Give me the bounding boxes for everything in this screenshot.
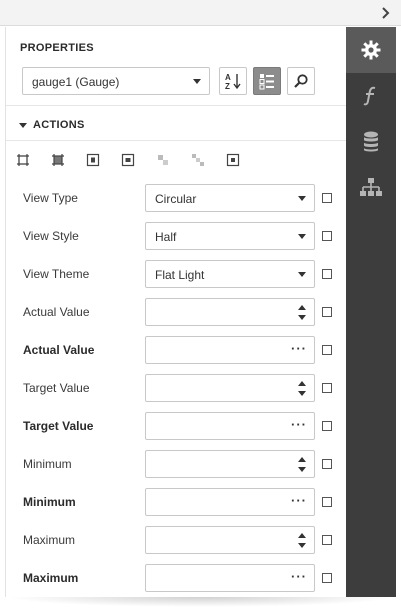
- spin-down-icon[interactable]: [298, 543, 306, 548]
- categorized-view-icon: [259, 74, 274, 90]
- properties-panel: PROPERTIES gauge1 (Gauge) A Z ACTIONS Vi…: [5, 27, 347, 597]
- property-editor-target-value[interactable]: [145, 374, 315, 402]
- property-value: Half: [155, 230, 177, 244]
- property-editor-actual-value-expression[interactable]: ···: [145, 336, 315, 364]
- function-icon: [363, 86, 376, 106]
- distribute-disabled-icon[interactable]: [191, 153, 205, 167]
- section-title: ACTIONS: [33, 119, 85, 131]
- ellipsis-button[interactable]: ···: [291, 493, 307, 508]
- property-checkbox[interactable]: [322, 535, 332, 545]
- spin-down-icon[interactable]: [298, 391, 306, 396]
- chevron-right-icon: [382, 7, 390, 19]
- spin-down-icon[interactable]: [298, 315, 306, 320]
- panel-shadow: [5, 597, 396, 607]
- property-label-minimum: Minimum: [23, 457, 72, 471]
- property-checkbox[interactable]: [322, 345, 332, 355]
- actions-section-header[interactable]: ACTIONS: [19, 119, 85, 131]
- fit-bounds-icon[interactable]: [16, 153, 30, 167]
- ellipsis-button[interactable]: ···: [291, 341, 307, 356]
- align-disabled-icon[interactable]: [156, 153, 170, 167]
- property-checkbox[interactable]: [322, 459, 332, 469]
- spin-up-icon[interactable]: [298, 533, 306, 538]
- property-editor-minimum[interactable]: [145, 450, 315, 478]
- property-label-maximum: Maximum: [23, 533, 76, 547]
- property-editor-maximum-expression[interactable]: ···: [145, 564, 315, 592]
- property-value: Flat Light: [155, 268, 205, 282]
- top-bar: [0, 0, 401, 26]
- collapse-panel-button[interactable]: [377, 4, 395, 22]
- property-checkbox[interactable]: [322, 269, 332, 279]
- spin-up-icon[interactable]: [298, 381, 306, 386]
- categorized-view-button[interactable]: [253, 67, 281, 95]
- spin-down-icon[interactable]: [298, 467, 306, 472]
- property-label-target-value: Target Value: [23, 381, 90, 395]
- property-editor-actual-value[interactable]: [145, 298, 315, 326]
- property-label-target-value-expression: Target Value: [23, 419, 94, 433]
- property-checkbox[interactable]: [322, 421, 332, 431]
- property-checkbox[interactable]: [322, 307, 332, 317]
- properties-window: PROPERTIES gauge1 (Gauge) A Z ACTIONS Vi…: [0, 0, 401, 613]
- chevron-down-icon: [193, 79, 201, 84]
- divider: [6, 105, 347, 106]
- sort-alphabetically-button[interactable]: A Z: [219, 67, 247, 95]
- chevron-down-icon[interactable]: [298, 234, 306, 239]
- property-checkbox[interactable]: [322, 383, 332, 393]
- property-checkbox[interactable]: [322, 231, 332, 241]
- sort-alphabetical-icon: A Z: [225, 73, 241, 91]
- property-editor-minimum-expression[interactable]: ···: [145, 488, 315, 516]
- center-horizontally-icon[interactable]: [86, 153, 100, 167]
- hierarchy-icon: [360, 178, 382, 196]
- divider: [6, 140, 347, 141]
- property-checkbox[interactable]: [322, 497, 332, 507]
- property-editor-view-theme[interactable]: Flat Light: [145, 260, 315, 288]
- fit-whole-icon[interactable]: [51, 153, 65, 167]
- property-checkbox[interactable]: [322, 573, 332, 583]
- property-editor-view-style[interactable]: Half: [145, 222, 315, 250]
- side-tab-rail: [346, 27, 396, 597]
- property-editor-maximum[interactable]: [145, 526, 315, 554]
- property-value: Circular: [155, 192, 197, 206]
- svg-text:Z: Z: [225, 82, 230, 91]
- component-selector[interactable]: gauge1 (Gauge): [22, 67, 210, 95]
- tab-properties[interactable]: [346, 27, 396, 73]
- tab-expressions[interactable]: [346, 73, 396, 119]
- property-editor-target-value-expression[interactable]: ···: [145, 412, 315, 440]
- tab-data-source[interactable]: [346, 119, 396, 165]
- database-icon: [364, 131, 378, 152]
- collapse-triangle-icon: [19, 122, 27, 128]
- property-label-view-style: View Style: [23, 229, 79, 243]
- chevron-down-icon[interactable]: [298, 272, 306, 277]
- search-icon: [294, 74, 308, 88]
- spin-up-icon[interactable]: [298, 305, 306, 310]
- property-label-minimum-expression: Minimum: [23, 495, 76, 509]
- chevron-down-icon[interactable]: [298, 196, 306, 201]
- ellipsis-button[interactable]: ···: [291, 569, 307, 584]
- center-in-parent-icon[interactable]: [226, 153, 240, 167]
- property-label-view-type: View Type: [23, 191, 78, 205]
- property-label-actual-value-expression: Actual Value: [23, 343, 95, 357]
- component-selector-value: gauge1 (Gauge): [32, 75, 120, 89]
- property-label-actual-value: Actual Value: [23, 305, 90, 319]
- search-button[interactable]: [287, 67, 315, 95]
- property-label-view-theme: View Theme: [23, 267, 90, 281]
- tab-report-explorer[interactable]: [346, 165, 396, 211]
- center-vertically-icon[interactable]: [121, 153, 135, 167]
- panel-title: PROPERTIES: [20, 42, 94, 54]
- ellipsis-button[interactable]: ···: [291, 417, 307, 432]
- property-checkbox[interactable]: [322, 193, 332, 203]
- property-label-maximum-expression: Maximum: [23, 571, 79, 585]
- gear-icon: [361, 40, 381, 60]
- property-editor-view-type[interactable]: Circular: [145, 184, 315, 212]
- spin-up-icon[interactable]: [298, 457, 306, 462]
- svg-text:A: A: [225, 73, 231, 82]
